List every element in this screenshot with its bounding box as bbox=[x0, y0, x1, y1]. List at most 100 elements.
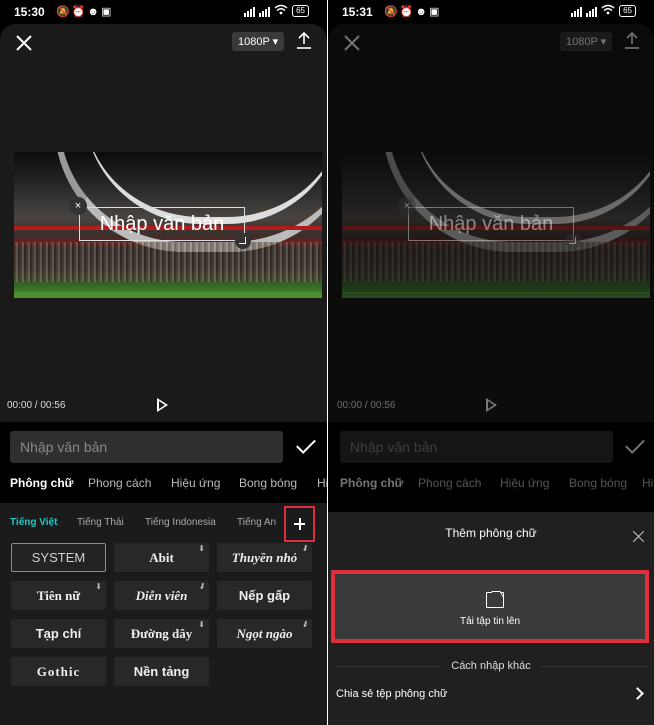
font-item[interactable]: Ngọt ngào ⬇ bbox=[217, 619, 312, 648]
stadium-pitch bbox=[342, 292, 650, 298]
tab-effects[interactable]: Hiệu ứng bbox=[500, 476, 549, 490]
font-label: Tiên nữ bbox=[36, 588, 81, 603]
text-input[interactable]: Nhập văn bản bbox=[10, 431, 283, 463]
share-font-file-item[interactable]: Chia sẻ tệp phông chữ bbox=[336, 688, 447, 700]
wifi-icon bbox=[274, 4, 288, 18]
add-font-sheet: Thêm phông chữ Tải tập tin lên Cách nhập… bbox=[328, 512, 654, 725]
lang-other[interactable]: Tiếng An bbox=[237, 517, 276, 528]
close-icon[interactable] bbox=[14, 33, 34, 53]
play-icon[interactable] bbox=[157, 398, 168, 412]
font-label: Thuyền nhỏ bbox=[231, 550, 298, 565]
upload-file-button[interactable]: Tải tập tin lên bbox=[331, 570, 649, 643]
upload-icon[interactable] bbox=[624, 31, 640, 49]
text-overlay[interactable]: Nhập văn bản bbox=[79, 207, 245, 241]
tab-style[interactable]: Phong cách bbox=[88, 476, 151, 490]
font-label: Tạp chí bbox=[35, 626, 82, 641]
font-item[interactable]: Nếp gấp bbox=[217, 581, 312, 610]
time-current: 00:00 bbox=[7, 400, 33, 411]
resolution-selector[interactable]: 1080P ▾ bbox=[560, 32, 613, 51]
download-icon: ⬇ bbox=[301, 544, 308, 553]
overlay-delete-icon[interactable]: × bbox=[398, 197, 416, 215]
font-item[interactable]: Gothic bbox=[11, 657, 106, 686]
font-label: Nền tảng bbox=[133, 664, 190, 679]
font-item[interactable]: SYSTEM bbox=[11, 543, 106, 572]
font-item[interactable]: Diễn viên ⬇ bbox=[114, 581, 209, 610]
download-icon: ⬇ bbox=[198, 620, 205, 629]
lang-thai[interactable]: Tiếng Thái bbox=[77, 517, 124, 528]
font-label: Gothic bbox=[36, 664, 81, 679]
overlay-resize-icon[interactable] bbox=[235, 233, 251, 249]
font-item[interactable]: Nền tảng bbox=[114, 657, 209, 686]
font-item[interactable]: Abit ⬇ bbox=[114, 543, 209, 572]
notification-icons: 🔕⏰☻▣ bbox=[384, 6, 442, 18]
text-input[interactable]: Nhập văn bản bbox=[340, 431, 613, 463]
check-icon[interactable] bbox=[296, 434, 316, 454]
resolution-selector[interactable]: 1080P ▾ bbox=[232, 32, 285, 51]
upload-icon[interactable] bbox=[296, 31, 312, 49]
sheet-title: Thêm phông chữ bbox=[445, 526, 537, 540]
status-bar: 15:30 🔕⏰☻▣ 65 bbox=[0, 0, 327, 24]
check-icon[interactable] bbox=[625, 434, 645, 454]
timecode: 00:00 / 00:56 bbox=[337, 400, 395, 411]
font-label: Nếp gấp bbox=[238, 588, 291, 603]
signal-icon-2 bbox=[259, 6, 271, 17]
font-item[interactable]: Đường dây ⬇ bbox=[114, 619, 209, 648]
battery-icon: 65 bbox=[292, 5, 309, 17]
play-icon[interactable] bbox=[486, 398, 497, 412]
tab-effects[interactable]: Hiệu ứng bbox=[171, 476, 220, 490]
folder-icon bbox=[486, 592, 504, 608]
signal-icon bbox=[571, 6, 583, 17]
overlay-delete-icon[interactable]: × bbox=[69, 197, 87, 215]
font-item[interactable]: Tạp chí bbox=[11, 619, 106, 648]
signal-icon-2 bbox=[586, 6, 598, 17]
stadium-pitch bbox=[14, 292, 322, 298]
text-overlay[interactable]: Nhập văn bản bbox=[408, 207, 574, 241]
tab-style[interactable]: Phong cách bbox=[418, 476, 481, 490]
tab-font[interactable]: Phông chữ bbox=[340, 476, 403, 490]
time-total: 00:56 bbox=[370, 400, 396, 411]
add-font-button[interactable] bbox=[284, 506, 315, 542]
tab-more[interactable]: Hi bbox=[317, 476, 327, 490]
tab-bubble[interactable]: Bong bóng bbox=[569, 476, 627, 490]
status-time: 15:31 bbox=[342, 5, 373, 19]
overlay-resize-icon[interactable] bbox=[565, 233, 581, 249]
timecode: 00:00 / 00:56 bbox=[7, 400, 65, 411]
left-screen: 15:30 🔕⏰☻▣ 65 1080P ▾ Nhập văn bản × 00:… bbox=[0, 0, 327, 725]
tab-more[interactable]: Hi bbox=[642, 476, 653, 490]
signal-icon bbox=[244, 6, 256, 17]
font-item[interactable]: Thuyền nhỏ ⬇ bbox=[217, 543, 312, 572]
close-icon[interactable] bbox=[632, 530, 645, 543]
time-total: 00:56 bbox=[40, 400, 66, 411]
status-bar: 15:31 🔕⏰☻▣ 65 bbox=[328, 0, 654, 24]
font-label: Đường dây bbox=[130, 626, 193, 641]
upload-label: Tải tập tin lên bbox=[459, 616, 521, 627]
download-icon: ⬇ bbox=[198, 582, 205, 591]
battery-icon: 65 bbox=[619, 5, 636, 17]
download-icon: ⬇ bbox=[198, 544, 205, 553]
close-icon[interactable] bbox=[342, 33, 362, 53]
download-icon: ⬇ bbox=[95, 582, 102, 591]
tab-bubble[interactable]: Bong bóng bbox=[239, 476, 297, 490]
wifi-icon bbox=[601, 4, 615, 18]
resolution-label: 1080P bbox=[566, 36, 598, 48]
tab-bar: Phông chữ Phong cách Hiệu ứng Bong bóng … bbox=[10, 476, 327, 500]
status-time: 15:30 bbox=[14, 5, 45, 19]
font-label: Diễn viên bbox=[135, 588, 188, 603]
stadium-crowd bbox=[14, 242, 322, 282]
download-icon: ⬇ bbox=[301, 620, 308, 629]
other-methods-text: Cách nhập khác bbox=[441, 660, 541, 672]
stadium-crowd bbox=[342, 242, 650, 282]
lang-vietnamese[interactable]: Tiếng Việt bbox=[10, 517, 57, 528]
tab-bar: Phông chữ Phong cách Hiệu ứng Bong bóng … bbox=[340, 476, 654, 500]
font-item[interactable]: Tiên nữ ⬇ bbox=[11, 581, 106, 610]
chevron-right-icon[interactable] bbox=[631, 687, 644, 700]
time-current: 00:00 bbox=[337, 400, 363, 411]
notification-icons: 🔕⏰☻▣ bbox=[56, 6, 114, 18]
tab-font[interactable]: Phông chữ bbox=[10, 476, 73, 490]
system-icons: 65 bbox=[571, 4, 636, 18]
resolution-label: 1080P bbox=[238, 36, 270, 48]
lang-indonesian[interactable]: Tiếng Indonesia bbox=[145, 517, 216, 528]
other-methods-label: Cách nhập khác bbox=[328, 660, 654, 672]
font-label: Ngọt ngào bbox=[236, 626, 293, 641]
system-icons: 65 bbox=[244, 4, 309, 18]
